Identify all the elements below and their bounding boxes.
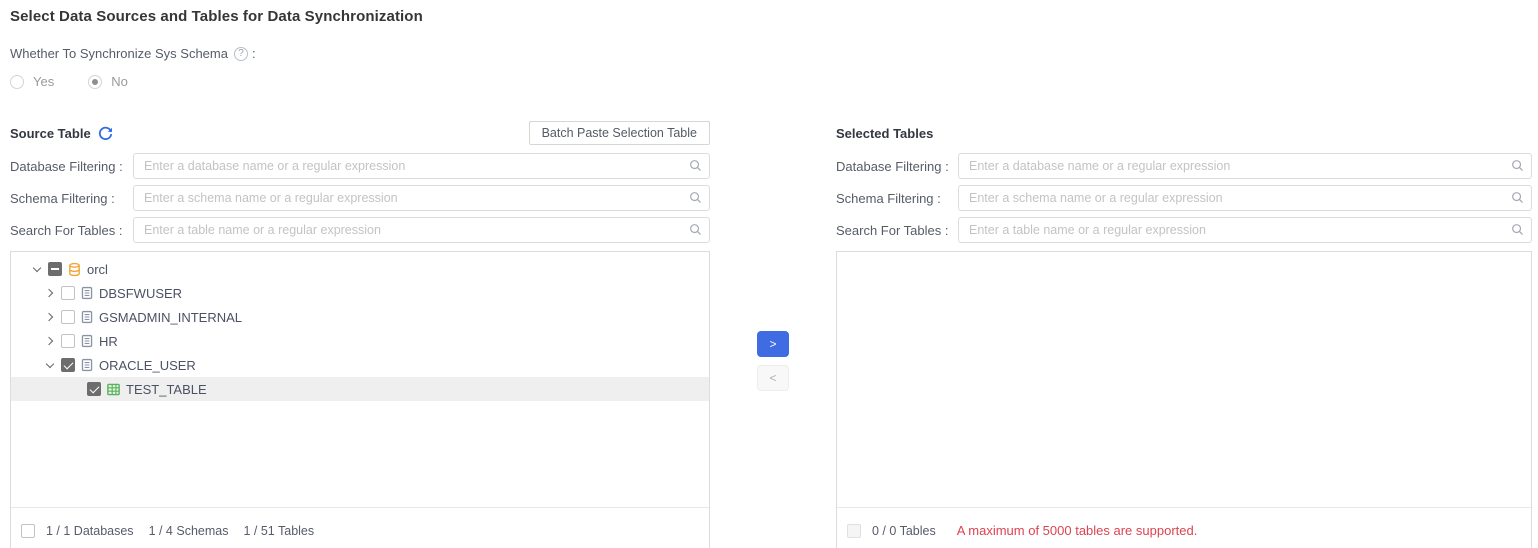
sys-schema-radio-group: Yes No [10,74,1532,89]
source-database-filter-row: Database Filtering : [10,153,710,179]
selected-database-filter-input[interactable] [958,153,1532,179]
tree-label: HR [99,334,118,349]
schema-icon [80,286,94,300]
refresh-icon[interactable] [98,126,113,141]
checkbox-dbsfwuser[interactable] [61,286,75,300]
radio-yes [10,75,24,89]
selected-panel: Selected Tables Database Filtering : Sch… [836,121,1532,548]
source-select-all-checkbox[interactable] [21,524,35,538]
source-panel: Source Table Batch Paste Selection Table… [10,121,710,548]
page-title: Select Data Sources and Tables for Data … [10,8,1532,25]
database-filtering-label: Database Filtering : [10,159,133,174]
batch-paste-button[interactable]: Batch Paste Selection Table [529,121,710,145]
move-right-button[interactable]: > [757,331,789,357]
schema-icon [80,358,94,372]
chevron-down-icon[interactable] [45,360,55,370]
chevron-down-icon[interactable] [32,264,42,274]
help-icon[interactable]: ? [234,47,248,61]
selected-panel-header: Selected Tables [836,121,1532,145]
tree-row-test-table[interactable]: TEST_TABLE [11,377,709,401]
tree-row-orcl[interactable]: orcl [11,257,709,281]
source-panel-title: Source Table [10,126,91,141]
source-tree: orcl DBSFWUSER [11,252,709,507]
source-panel-footer: 1 / 1 Databases 1 / 4 Schemas 1 / 51 Tab… [11,507,709,548]
selected-tables-count: 0 / 0 Tables [872,524,936,538]
schema-icon [80,334,94,348]
selected-tree-box: 0 / 0 Tables A maximum of 5000 tables ar… [836,251,1532,548]
selected-tree-empty [837,252,1531,507]
selected-table-search-input[interactable] [958,217,1532,243]
sys-schema-colon: : [252,46,256,61]
database-filtering-label: Database Filtering : [836,159,958,174]
chevron-right-icon[interactable] [45,312,55,322]
search-icon [689,223,702,241]
radio-yes-label: Yes [33,74,54,89]
tree-row-oracle-user[interactable]: ORACLE_USER [11,353,709,377]
table-icon [106,382,121,397]
selected-panel-title: Selected Tables [836,126,933,141]
source-table-search-row: Search For Tables : [10,217,710,243]
selected-select-all-checkbox [847,524,861,538]
selected-schema-filter-input[interactable] [958,185,1532,211]
tree-label: DBSFWUSER [99,286,182,301]
schema-icon [80,310,94,324]
search-icon [1511,191,1524,209]
search-for-tables-label: Search For Tables : [10,223,133,238]
schema-filtering-label: Schema Filtering : [10,191,133,206]
source-panel-header: Source Table Batch Paste Selection Table [10,121,710,145]
tree-row-dbsfwuser[interactable]: DBSFWUSER [11,281,709,305]
transfer-controls: > < [757,331,789,391]
source-schema-filter-row: Schema Filtering : [10,185,710,211]
radio-no [88,75,102,89]
page: Select Data Sources and Tables for Data … [0,0,1538,548]
tree-label: orcl [87,262,108,277]
search-icon [1511,159,1524,177]
search-for-tables-label: Search For Tables : [836,223,958,238]
search-icon [1511,223,1524,241]
database-icon [67,262,82,277]
checkbox-oracle-user[interactable] [61,358,75,372]
source-tree-box: orcl DBSFWUSER [10,251,710,548]
sys-schema-label-row: Whether To Synchronize Sys Schema ? : [10,46,1532,61]
tables-count: 1 / 51 Tables [243,524,314,538]
schemas-count: 1 / 4 Schemas [149,524,229,538]
tree-label: ORACLE_USER [99,358,196,373]
radio-no-label: No [111,74,128,89]
selected-panel-footer: 0 / 0 Tables A maximum of 5000 tables ar… [837,507,1531,548]
source-database-filter-input[interactable] [133,153,710,179]
selected-database-filter-row: Database Filtering : [836,153,1532,179]
panels-container: Source Table Batch Paste Selection Table… [10,121,1532,548]
databases-count: 1 / 1 Databases [46,524,134,538]
search-icon [689,191,702,209]
tree-label: GSMADMIN_INTERNAL [99,310,242,325]
selected-table-search-row: Search For Tables : [836,217,1532,243]
tree-row-hr[interactable]: HR [11,329,709,353]
checkbox-hr[interactable] [61,334,75,348]
move-left-button: < [757,365,789,391]
tree-label: TEST_TABLE [126,382,207,397]
checkbox-orcl[interactable] [48,262,62,276]
tree-row-gsmadmin-internal[interactable]: GSMADMIN_INTERNAL [11,305,709,329]
schema-filtering-label: Schema Filtering : [836,191,958,206]
selected-schema-filter-row: Schema Filtering : [836,185,1532,211]
search-icon [689,159,702,177]
source-schema-filter-input[interactable] [133,185,710,211]
source-table-search-input[interactable] [133,217,710,243]
checkbox-gsmadmin-internal[interactable] [61,310,75,324]
chevron-right-icon[interactable] [45,336,55,346]
sys-schema-label: Whether To Synchronize Sys Schema [10,46,228,61]
chevron-right-icon[interactable] [45,288,55,298]
max-tables-warning: A maximum of 5000 tables are supported. [957,523,1198,538]
checkbox-test-table[interactable] [87,382,101,396]
